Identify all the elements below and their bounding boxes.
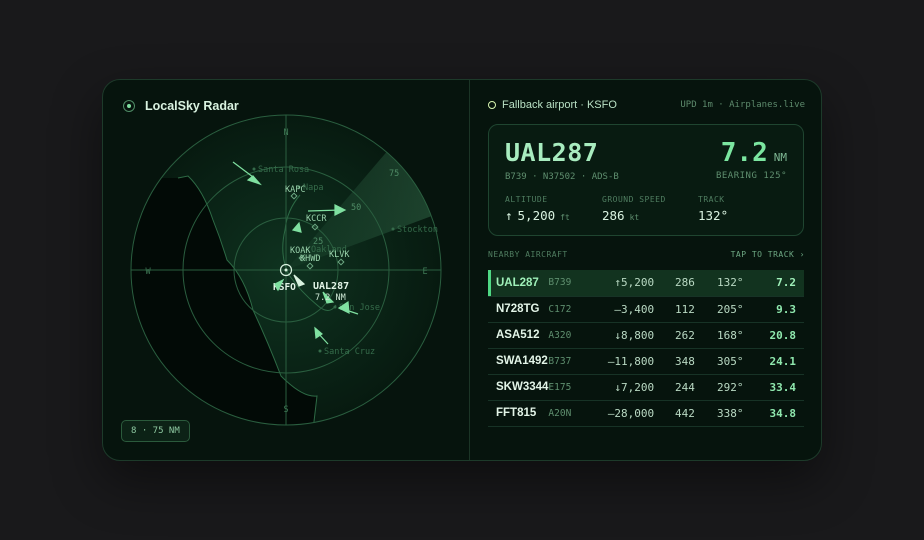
status-ring-icon xyxy=(488,101,496,109)
aircraft-row[interactable]: SKW3344 E175 ↓7,200 244 292° 33.4 xyxy=(488,374,804,400)
selected-aircraft-card: UAL287 B739 · N37502 · ADS-B 7.2 NM BEAR… xyxy=(488,124,804,236)
row-track: 305° xyxy=(717,354,744,368)
detail-panel: Fallback airport · KSFO UPD 1m · Airplan… xyxy=(470,80,821,460)
row-type: B739 xyxy=(548,277,572,289)
list-header: NEARBY AIRCRAFT TAP TO TRACK › xyxy=(488,250,805,259)
ground-speed-stat: GROUND SPEED 286 kt xyxy=(602,195,666,223)
altitude-unit: ft xyxy=(560,213,570,222)
compass-n: N xyxy=(283,128,288,138)
compass-s: S xyxy=(283,405,288,415)
altitude-value: 5,200 xyxy=(517,208,556,223)
ring-label-75: 75 xyxy=(389,169,399,179)
row-type: C172 xyxy=(548,303,572,315)
aircraft-row[interactable]: FFT815 A20N —28,000 442 338° 34.8 xyxy=(488,400,804,426)
tap-to-track-link[interactable]: TAP TO TRACK › xyxy=(731,250,805,259)
selected-callsign: UAL287 xyxy=(505,138,599,167)
aircraft-row[interactable]: N728TG C172 —3,400 112 205° 9.3 xyxy=(488,296,804,322)
climb-arrow-icon: ↑ xyxy=(505,208,513,223)
nearby-aircraft-table: UAL287 B739 ↑5,200 286 132° 7.2 N728TG C172 —3,4… xyxy=(488,270,804,427)
row-type: E175 xyxy=(548,381,572,393)
row-track: 205° xyxy=(717,302,744,316)
airport-klvk: KLVK xyxy=(329,250,350,260)
row-track: 132° xyxy=(717,276,744,290)
fallback-airport[interactable]: Fallback airport · KSFO xyxy=(488,99,617,111)
altitude-stat: ALTITUDE ↑ 5,200 ft xyxy=(505,195,570,223)
selected-aircraft-distance: 7.2 NM xyxy=(315,293,346,303)
ground-speed-label: GROUND SPEED xyxy=(602,195,666,204)
row-dist: 9.3 xyxy=(776,302,796,316)
row-alt: ↓8,800 xyxy=(614,328,655,342)
radar-panel: LocalSky Radar N E S W 25 50 75 Santa Ro… xyxy=(103,80,469,460)
place-napa: Napa xyxy=(303,183,323,193)
list-title: NEARBY AIRCRAFT xyxy=(488,250,568,259)
place-santa-rosa: Santa Rosa xyxy=(258,165,309,175)
fallback-airport-label: Fallback airport · KSFO xyxy=(502,99,617,111)
selected-aircraft-label: UAL287 xyxy=(313,281,349,292)
track-value: 132° xyxy=(698,208,729,223)
ground-speed-unit: kt xyxy=(629,213,640,222)
row-dist: 34.8 xyxy=(769,406,797,420)
altitude-label: ALTITUDE xyxy=(505,195,548,204)
row-type: A20N xyxy=(548,407,572,419)
selected-meta: B739 · N37502 · ADS-B xyxy=(505,172,619,182)
row-dist: 33.4 xyxy=(769,380,797,394)
row-track: 292° xyxy=(717,380,744,394)
compass-w: W xyxy=(145,267,151,277)
row-callsign: N728TG xyxy=(496,303,540,315)
row-type: A320 xyxy=(548,329,572,341)
row-alt: ↑5,200 xyxy=(614,276,655,290)
range-selector[interactable]: 8 · 75 NM xyxy=(121,420,190,442)
aircraft-row[interactable]: UAL287 B739 ↑5,200 286 132° 7.2 xyxy=(488,270,804,296)
distance-value: 7.2 xyxy=(720,138,768,168)
aircraft-row[interactable]: ASA512 A320 ↓8,800 262 168° 20.8 xyxy=(488,322,804,348)
row-track: 168° xyxy=(717,328,744,342)
selected-bearing: BEARING 125° xyxy=(715,171,787,181)
ground-speed-value: 286 xyxy=(602,208,625,223)
row-callsign: ASA512 xyxy=(496,329,540,341)
row-callsign: SKW3344 xyxy=(496,381,549,393)
row-gs: 286 xyxy=(675,276,695,290)
row-gs: 112 xyxy=(675,302,695,316)
airport-kapc: KAPC xyxy=(285,185,305,195)
row-alt: —28,000 xyxy=(607,406,655,420)
aircraft-row[interactable]: SWA1492 B737 —11,800 348 305° 24.1 xyxy=(488,348,804,374)
place-stockton: Stockton xyxy=(397,225,438,235)
row-callsign: UAL287 xyxy=(496,276,539,289)
track-label: TRACK xyxy=(698,195,725,204)
row-callsign: SWA1492 xyxy=(496,355,548,367)
row-gs: 244 xyxy=(675,380,695,394)
row-track: 338° xyxy=(717,406,744,420)
status-bar: Fallback airport · KSFO UPD 1m · Airplan… xyxy=(488,99,805,111)
update-status: UPD 1m · Airplanes.live xyxy=(680,100,805,110)
row-alt: ↓7,200 xyxy=(614,380,655,394)
row-gs: 262 xyxy=(675,328,695,342)
row-alt: —3,400 xyxy=(614,302,655,316)
airport-kccr: KCCR xyxy=(306,214,327,224)
selected-distance: 7.2 NM xyxy=(721,138,787,168)
row-type: B737 xyxy=(548,355,572,367)
row-callsign: FFT815 xyxy=(496,407,537,419)
track-stat: TRACK 132° xyxy=(698,195,728,223)
ring-label-50: 50 xyxy=(351,203,361,213)
distance-unit: NM xyxy=(773,151,787,164)
place-santa-cruz: Santa Cruz xyxy=(324,347,375,357)
row-dist: 20.8 xyxy=(769,328,797,342)
row-gs: 348 xyxy=(675,354,695,368)
compass-e: E xyxy=(422,267,427,277)
row-gs: 442 xyxy=(675,406,695,420)
airport-khwd: KHWD xyxy=(300,254,320,264)
row-dist: 24.1 xyxy=(769,354,797,368)
row-alt: —11,800 xyxy=(607,354,655,368)
row-dist: 7.2 xyxy=(776,276,796,290)
radar-scope[interactable]: N E S W 25 50 75 Santa Rosa Napa Stockto… xyxy=(103,80,469,461)
radar-card: LocalSky Radar N E S W 25 50 75 Santa Ro… xyxy=(102,79,822,461)
